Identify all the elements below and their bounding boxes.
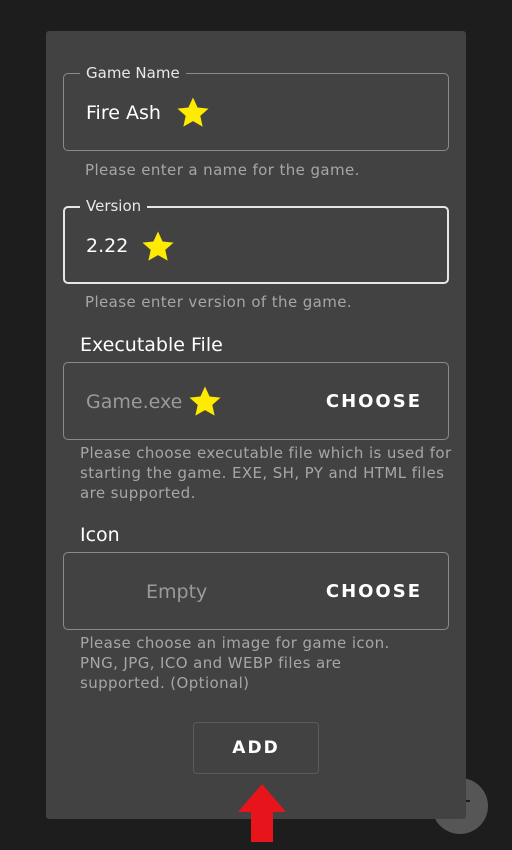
- game-name-label: Game Name: [80, 64, 186, 82]
- star-icon: [177, 97, 209, 127]
- icon-file-value: Empty: [146, 581, 208, 603]
- game-name-value: Fire Ash: [86, 102, 161, 124]
- executable-file-value: Game.exe: [86, 391, 183, 413]
- executable-file-helper: Please choose executable file which is u…: [80, 444, 452, 502]
- add-button[interactable]: ADD: [193, 722, 319, 774]
- executable-file-label: Executable File: [80, 334, 223, 356]
- executable-file-picker: Game.exe CHOOSE: [63, 362, 449, 440]
- star-icon: [142, 231, 174, 261]
- icon-label: Icon: [80, 524, 120, 546]
- choose-icon-button[interactable]: CHOOSE: [326, 581, 422, 602]
- star-icon: [189, 386, 221, 416]
- icon-helper: Please choose an image for game icon. PN…: [80, 634, 390, 692]
- version-value: 2.22: [86, 235, 129, 257]
- icon-file-picker: Empty CHOOSE: [63, 552, 449, 630]
- choose-executable-button[interactable]: CHOOSE: [326, 391, 422, 412]
- arrow-up-icon: [238, 784, 286, 842]
- version-label: Version: [80, 197, 148, 215]
- game-name-helper: Please enter a name for the game.: [85, 161, 360, 179]
- add-game-dialog: Game Name Fire Ash Please enter a name f…: [46, 31, 466, 819]
- version-helper: Please enter version of the game.: [85, 293, 353, 311]
- game-name-field[interactable]: Game Name Fire Ash: [63, 64, 449, 151]
- version-field[interactable]: Version 2.22: [63, 197, 449, 284]
